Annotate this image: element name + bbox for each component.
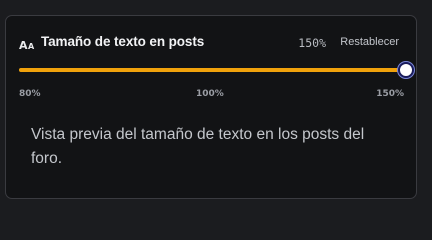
text-size-preview: Vista previa del tamaño de texto en los … [31, 126, 365, 167]
slider-mid-label: 100% [196, 89, 224, 99]
current-value-readout: 150% [298, 36, 326, 50]
slider-fill [19, 68, 406, 72]
reset-button[interactable]: Restablecer [340, 36, 399, 48]
text-size-slider[interactable] [19, 61, 414, 79]
slider-thumb[interactable] [398, 62, 414, 78]
slider-max-label: 150% [376, 89, 404, 99]
text-size-panel: AA Tamaño de texto en posts 150% Restabl… [5, 15, 417, 199]
text-size-icon: AA [19, 39, 35, 52]
setting-title: Tamaño de texto en posts [41, 34, 205, 49]
slider-min-label: 80% [19, 89, 41, 99]
